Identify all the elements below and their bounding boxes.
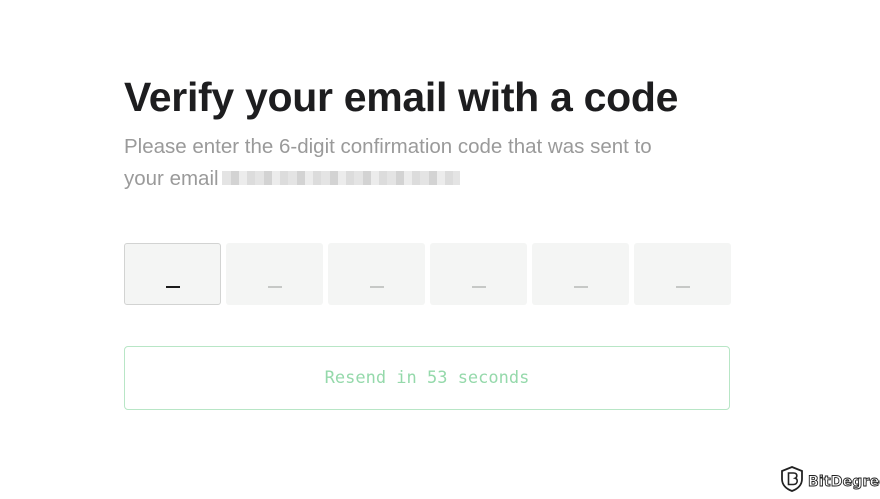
code-digit-2-input[interactable] [226, 243, 323, 305]
instructions-line-1: Please enter the 6-digit confirmation co… [124, 135, 652, 158]
bitdegree-watermark: BitDegree [781, 466, 880, 497]
verify-email-page: Verify your email with a code Please ent… [0, 0, 880, 499]
instructions-text: Please enter the 6-digit confirmation co… [124, 131, 724, 195]
digit-placeholder [675, 286, 690, 288]
digit-placeholder [165, 286, 180, 288]
code-input-group [124, 243, 731, 305]
code-digit-1-input[interactable] [124, 243, 221, 305]
code-digit-4-input[interactable] [430, 243, 527, 305]
resend-code-button[interactable]: Resend in 53 seconds [124, 346, 730, 410]
bitdegree-logo-icon [781, 466, 803, 497]
page-title: Verify your email with a code [124, 74, 679, 120]
code-digit-5-input[interactable] [532, 243, 629, 305]
digit-placeholder [471, 286, 486, 288]
code-digit-6-input[interactable] [634, 243, 731, 305]
instructions-email-label: your email [124, 167, 219, 190]
digit-placeholder [267, 286, 282, 288]
code-digit-3-input[interactable] [328, 243, 425, 305]
redacted-email-address [221, 171, 460, 186]
digit-placeholder [369, 286, 384, 288]
digit-placeholder [573, 286, 588, 288]
bitdegree-logo-text: BitDegree [808, 473, 880, 490]
instructions-line-2: your email [124, 163, 724, 195]
